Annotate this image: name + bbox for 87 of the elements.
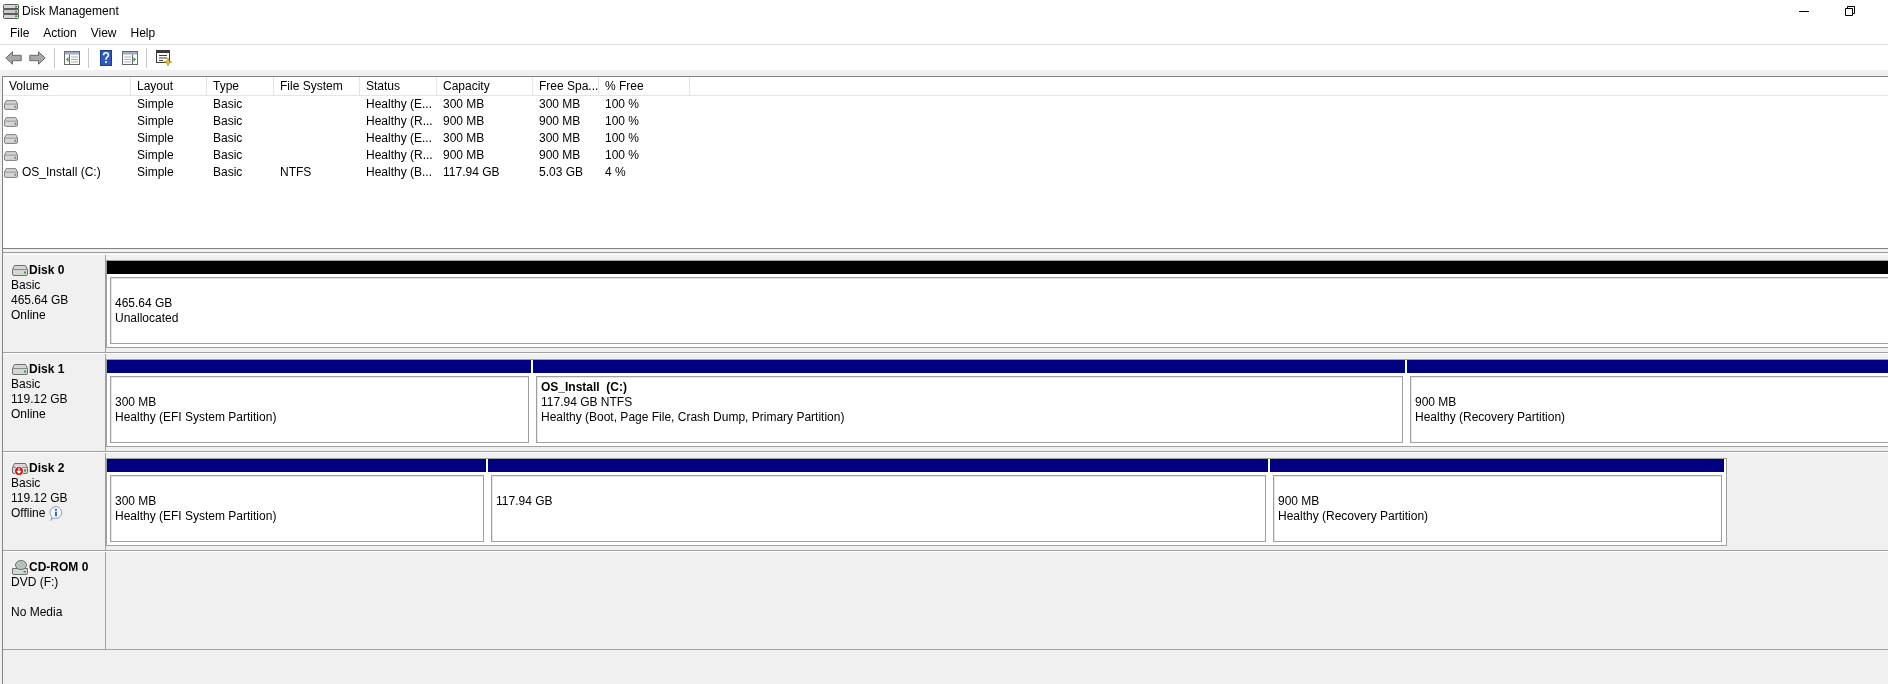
table-cell: 300 MB <box>539 131 581 145</box>
hard-drive-icon <box>12 265 28 276</box>
disk-type: Basic <box>11 377 41 392</box>
table-cell: 100 % <box>605 97 640 111</box>
sheet-sparkle-icon <box>155 49 172 66</box>
partition-box[interactable]: 300 MB Healthy (EFI System Partition) <box>110 475 484 542</box>
table-cell: 5.03 GB <box>539 165 584 179</box>
partition-size: 300 MB <box>115 395 157 410</box>
table-cell: Simple <box>137 114 174 128</box>
disk-size: 465.64 GB <box>11 293 69 308</box>
menu-item[interactable]: Action <box>36 23 84 43</box>
table-cell: 100 % <box>605 148 640 162</box>
table-cell: 900 MB <box>539 148 581 162</box>
table-cell: NTFS <box>280 165 312 179</box>
table-cell: 100 % <box>605 114 640 128</box>
table-cell: Basic <box>213 165 243 179</box>
partition-status: Healthy (Recovery Partition) <box>1415 410 1566 425</box>
window-title: Disk Management <box>22 4 119 18</box>
table-cell: Healthy (B... <box>366 165 433 179</box>
partition-size: 900 MB <box>1278 494 1320 509</box>
table-cell: 900 MB <box>443 114 485 128</box>
table-cell: Basic <box>213 97 243 111</box>
table-cell: Simple <box>137 165 174 179</box>
partition-name: OS_Install (C:) <box>541 380 627 395</box>
partition-box[interactable]: 900 MB Healthy (Recovery Partition) <box>1410 376 1888 443</box>
partition-status: Healthy (Recovery Partition) <box>1278 509 1429 524</box>
table-cell: 4 % <box>605 165 626 179</box>
partition-size: 900 MB <box>1415 395 1457 410</box>
disk-type: Basic <box>11 476 41 491</box>
table-cell: 117.94 GB <box>443 165 500 179</box>
table-cell: 900 MB <box>539 114 581 128</box>
partition-box[interactable]: 900 MB Healthy (Recovery Partition) <box>1273 475 1722 542</box>
disk-status: Online <box>11 308 46 323</box>
table-cell: Simple <box>137 148 174 162</box>
window-pane-icon <box>121 50 138 65</box>
table-cell: 300 MB <box>443 131 485 145</box>
table-cell: Simple <box>137 131 174 145</box>
partition-size: 300 MB <box>115 494 157 509</box>
restore-icon <box>1845 6 1855 16</box>
table-cell: Basic <box>213 131 243 145</box>
partition-box[interactable]: OS_Install (C:) 117.94 GB NTFS Healthy (Boot, Page File, Crash Dump, Primary Partition) <box>536 376 1403 443</box>
minimize-icon <box>1799 10 1809 12</box>
table-cell: Simple <box>137 97 174 111</box>
partition-size: 117.94 GB <box>496 494 553 509</box>
table-cell: Healthy (E... <box>366 131 433 145</box>
disk-type: Basic <box>11 278 41 293</box>
partition-size: 117.94 GB NTFS <box>541 395 633 410</box>
disk-size: 119.12 GB <box>11 392 68 407</box>
table-cell: Healthy (R... <box>366 148 433 162</box>
volume-name: OS_Install (C:) <box>22 164 101 181</box>
menu-item[interactable]: Help <box>123 23 163 43</box>
partition-size: 465.64 GB <box>115 296 173 311</box>
table-cell: Basic <box>213 114 243 128</box>
partition-status: Healthy (EFI System Partition) <box>115 509 277 524</box>
hard-drive-icon <box>12 364 28 375</box>
table-cell: Healthy (E... <box>366 97 433 111</box>
window-pane-icon <box>63 50 80 65</box>
menu-item[interactable]: File <box>3 23 37 43</box>
partition-status: Healthy (Boot, Page File, Crash Dump, Primary Partition) <box>541 410 845 425</box>
disk-status: Offline <box>11 506 46 521</box>
right-arrow-icon <box>29 50 46 65</box>
optical-drive-icon <box>12 560 28 575</box>
partition-status: Unallocated <box>115 311 179 326</box>
drive-stack-icon <box>3 3 19 19</box>
table-cell: Basic <box>213 148 243 162</box>
disk-status: No Media <box>11 605 63 620</box>
disk-status: Online <box>11 407 46 422</box>
table-cell: 100 % <box>605 131 640 145</box>
disk-size: 119.12 GB <box>11 491 68 506</box>
disk-name: Disk 0 <box>29 263 65 278</box>
disk-type: DVD (F:) <box>11 575 59 590</box>
help-icon <box>99 49 112 66</box>
table-cell: 300 MB <box>443 97 485 111</box>
info-icon[interactable] <box>49 506 64 521</box>
left-arrow-icon <box>5 50 22 65</box>
partition-box[interactable]: 300 MB Healthy (EFI System Partition) <box>110 376 529 443</box>
disk-name: Disk 2 <box>29 461 65 476</box>
table-cell: 300 MB <box>539 97 581 111</box>
table-cell: 900 MB <box>443 148 485 162</box>
partition-box[interactable]: 117.94 GB <box>491 475 1266 542</box>
partition-status: Healthy (EFI System Partition) <box>115 410 277 425</box>
partition-box[interactable]: 465.64 GB Unallocated <box>110 277 1888 344</box>
disk-name: Disk 1 <box>29 362 65 377</box>
disk-name: CD-ROM 0 <box>29 560 89 575</box>
table-cell: Healthy (R... <box>366 114 433 128</box>
drive-down-arrow-icon <box>12 461 28 476</box>
menu-item[interactable]: View <box>83 23 124 43</box>
